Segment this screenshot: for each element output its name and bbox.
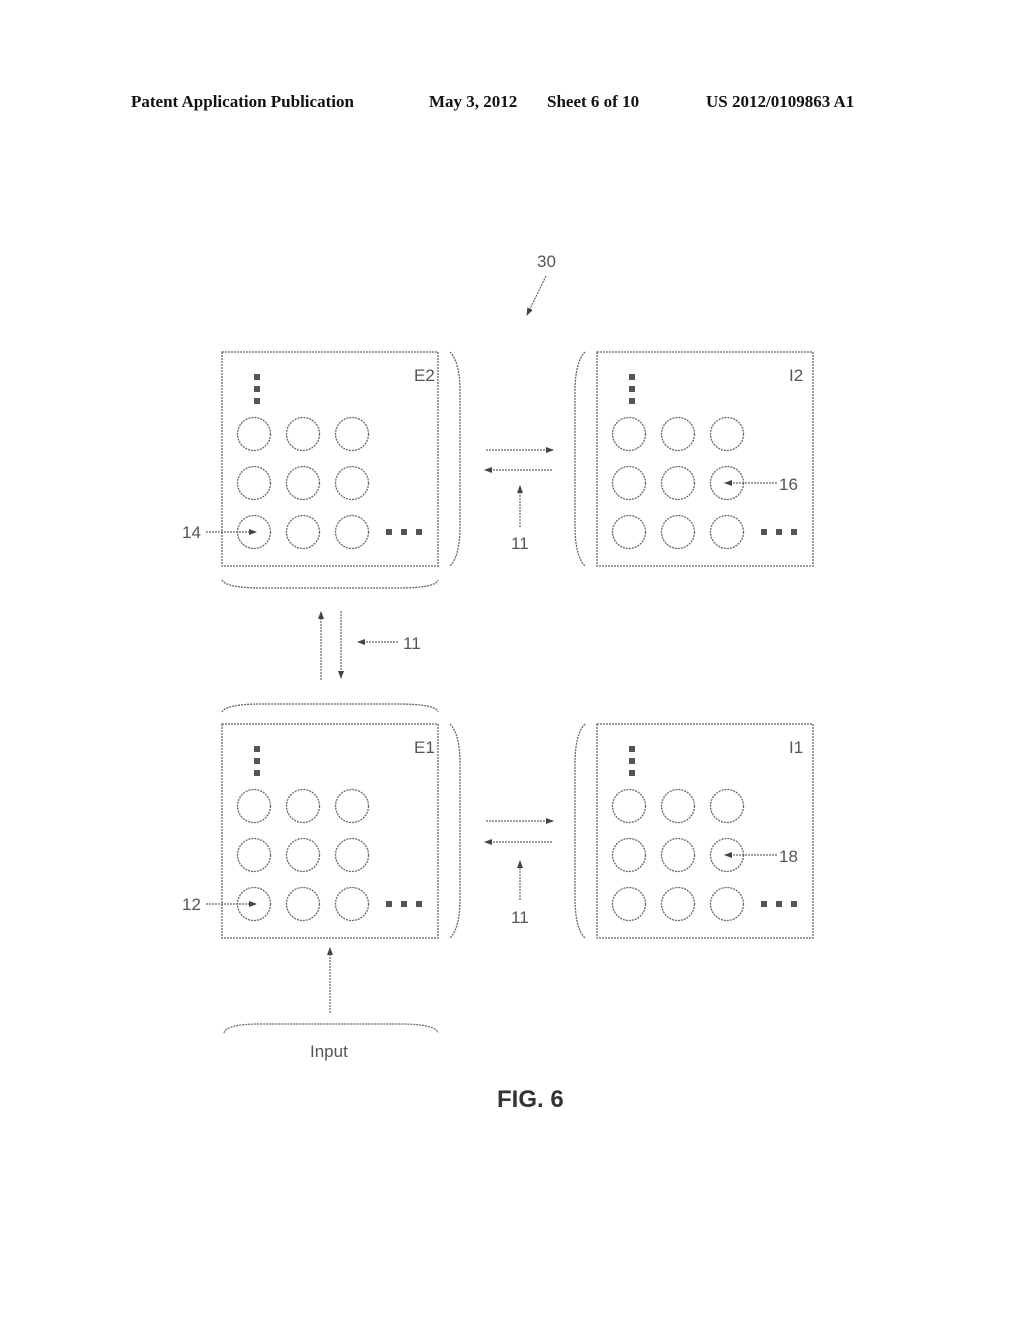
layer-bracket-bottom: [221, 579, 439, 589]
layer-bracket-top: [221, 703, 439, 713]
neuron-circle: [660, 465, 696, 501]
neuron-circle: [660, 837, 696, 873]
neuron-circle: [334, 465, 370, 501]
layer-bracket-right: [449, 351, 461, 567]
ellipsis-dot: [254, 746, 260, 752]
neuron-circle: [334, 514, 370, 550]
neuron-circle: [285, 788, 321, 824]
neuron-circle: [236, 837, 272, 873]
ellipsis-dot: [629, 386, 635, 392]
ellipsis-dot: [761, 529, 767, 535]
layer-i2: I2 16: [574, 351, 814, 567]
ellipsis-dot: [254, 758, 260, 764]
layer-e1: E1 12: [182, 703, 461, 939]
ellipsis-dot: [776, 529, 782, 535]
neuron-circle: [611, 514, 647, 550]
neuron-circle: [611, 788, 647, 824]
neuron-circle: [709, 514, 745, 550]
connection-label: 11: [511, 534, 529, 553]
neuron-circle: [660, 788, 696, 824]
ellipsis-dot: [254, 398, 260, 404]
neuron-circle: [236, 465, 272, 501]
ellipsis-dot: [401, 901, 407, 907]
connection-e1-e2: 11: [318, 611, 421, 680]
layer-label: E2: [414, 366, 435, 385]
figure-caption: FIG. 6: [497, 1086, 564, 1113]
ellipsis-dot: [254, 770, 260, 776]
input: Input: [223, 947, 439, 1061]
ellipsis-dot: [761, 901, 767, 907]
neuron-circle: [334, 416, 370, 452]
layer-i1: I1 18: [574, 723, 814, 939]
neuron-circle: [334, 886, 370, 922]
neuron-circle: [236, 416, 272, 452]
neuron-circle: [285, 465, 321, 501]
layer-label: I2: [789, 366, 803, 385]
neuron-circle: [709, 416, 745, 452]
ellipsis-dot: [254, 374, 260, 380]
neuron-circle: [611, 837, 647, 873]
ellipsis-dot: [629, 398, 635, 404]
ellipsis-dot: [416, 901, 422, 907]
neuron-circle: [611, 416, 647, 452]
ellipsis-dot: [629, 374, 635, 380]
layer-label: I1: [789, 738, 803, 757]
connection-label: 11: [403, 634, 421, 653]
neuron-circle: [611, 465, 647, 501]
neuron-circle: [660, 514, 696, 550]
layer-bracket-left: [574, 723, 586, 939]
callout-label: 16: [779, 475, 798, 494]
neuron-circle: [334, 837, 370, 873]
neuron-circle: [611, 886, 647, 922]
input-bracket: [223, 1023, 439, 1034]
neuron-circle: [660, 416, 696, 452]
ellipsis-dot: [386, 529, 392, 535]
neuron-circle: [709, 886, 745, 922]
neuron-circle: [285, 514, 321, 550]
connection-e2-i2: 11: [484, 447, 554, 553]
input-label: Input: [310, 1042, 348, 1061]
ellipsis-dot: [629, 758, 635, 764]
ellipsis-dot: [416, 529, 422, 535]
callout-label: 12: [182, 895, 201, 914]
ellipsis-dot: [629, 746, 635, 752]
callout-label: 18: [779, 847, 798, 866]
reference-arrow: [526, 275, 547, 316]
layer-bracket-left: [574, 351, 586, 567]
neuron-circle: [285, 837, 321, 873]
neuron-circle: [709, 788, 745, 824]
layer-bracket-right: [449, 723, 461, 939]
ellipsis-dot: [629, 770, 635, 776]
ellipsis-dot: [401, 529, 407, 535]
layer-e2: E2 14: [182, 351, 461, 589]
neuron-circle: [334, 788, 370, 824]
ellipsis-dot: [791, 901, 797, 907]
neuron-circle: [660, 886, 696, 922]
connection-e1-i1: 11: [484, 818, 554, 927]
ellipsis-dot: [776, 901, 782, 907]
callout-label: 14: [182, 523, 201, 542]
ellipsis-dot: [791, 529, 797, 535]
neuron-circle: [236, 788, 272, 824]
figure-diagram: 30 E2 14 I2 16 E1 12 I1 18 11 11 11 Input FIG. …: [182, 252, 814, 1113]
reference-label: 30: [537, 252, 556, 271]
ellipsis-dot: [254, 386, 260, 392]
layer-label: E1: [414, 738, 435, 757]
neuron-circle: [285, 886, 321, 922]
neuron-circle: [285, 416, 321, 452]
connection-label: 11: [511, 908, 529, 927]
ellipsis-dot: [386, 901, 392, 907]
